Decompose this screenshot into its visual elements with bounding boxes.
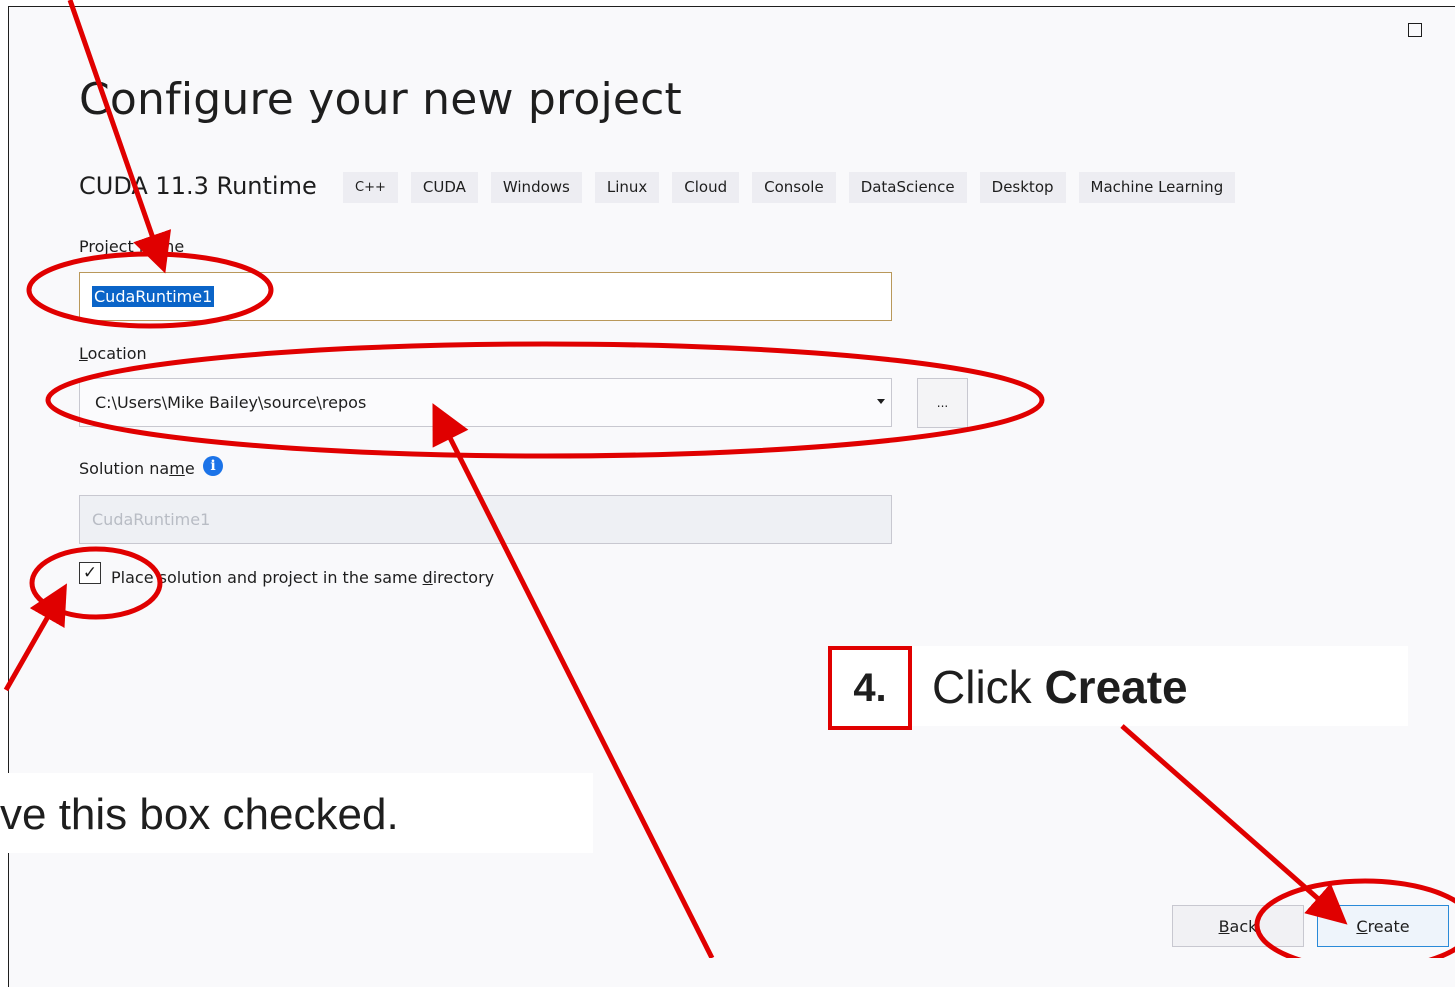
checkbox-note: ve this box checked. (0, 790, 399, 839)
location-combobox[interactable]: C:\Users\Mike Bailey\source\repos (79, 378, 892, 427)
tag-linux: Linux (594, 172, 660, 203)
step-number-badge: 4. (828, 646, 912, 730)
tag-console: Console (752, 172, 836, 203)
page-title: Configure your new project (79, 74, 683, 125)
project-name-label: Project name (79, 237, 185, 256)
tag-cpp: C++ (343, 172, 398, 203)
template-tags: C++ CUDA Windows Linux Cloud Console Dat… (343, 172, 1236, 203)
chevron-down-icon[interactable] (877, 399, 885, 404)
tag-windows: Windows (490, 172, 582, 203)
back-button[interactable]: Back (1172, 905, 1304, 947)
browse-button[interactable]: ... (917, 378, 968, 428)
tag-machine-learning: Machine Learning (1078, 172, 1236, 203)
tag-cloud: Cloud (672, 172, 740, 203)
location-label: Location (79, 344, 147, 363)
solution-name-label: Solution name (79, 459, 195, 478)
project-name-value: CudaRuntime1 (92, 286, 215, 307)
create-button[interactable]: Create (1317, 905, 1449, 947)
tag-cuda: CUDA (410, 172, 478, 203)
same-directory-checkbox[interactable]: ✓ (79, 562, 101, 584)
maximize-icon[interactable] (1408, 23, 1422, 37)
info-icon[interactable]: i (203, 456, 223, 476)
step-instruction: Click Create (932, 661, 1188, 713)
tag-datascience: DataScience (848, 172, 967, 203)
solution-name-input: CudaRuntime1 (79, 495, 892, 544)
project-name-input[interactable]: CudaRuntime1 (79, 272, 892, 321)
template-name: CUDA 11.3 Runtime (79, 172, 317, 200)
tag-desktop: Desktop (979, 172, 1066, 203)
same-directory-label[interactable]: Place solution and project in the same d… (111, 568, 494, 587)
solution-name-value: CudaRuntime1 (92, 510, 211, 529)
location-value: C:\Users\Mike Bailey\source\repos (95, 393, 367, 412)
